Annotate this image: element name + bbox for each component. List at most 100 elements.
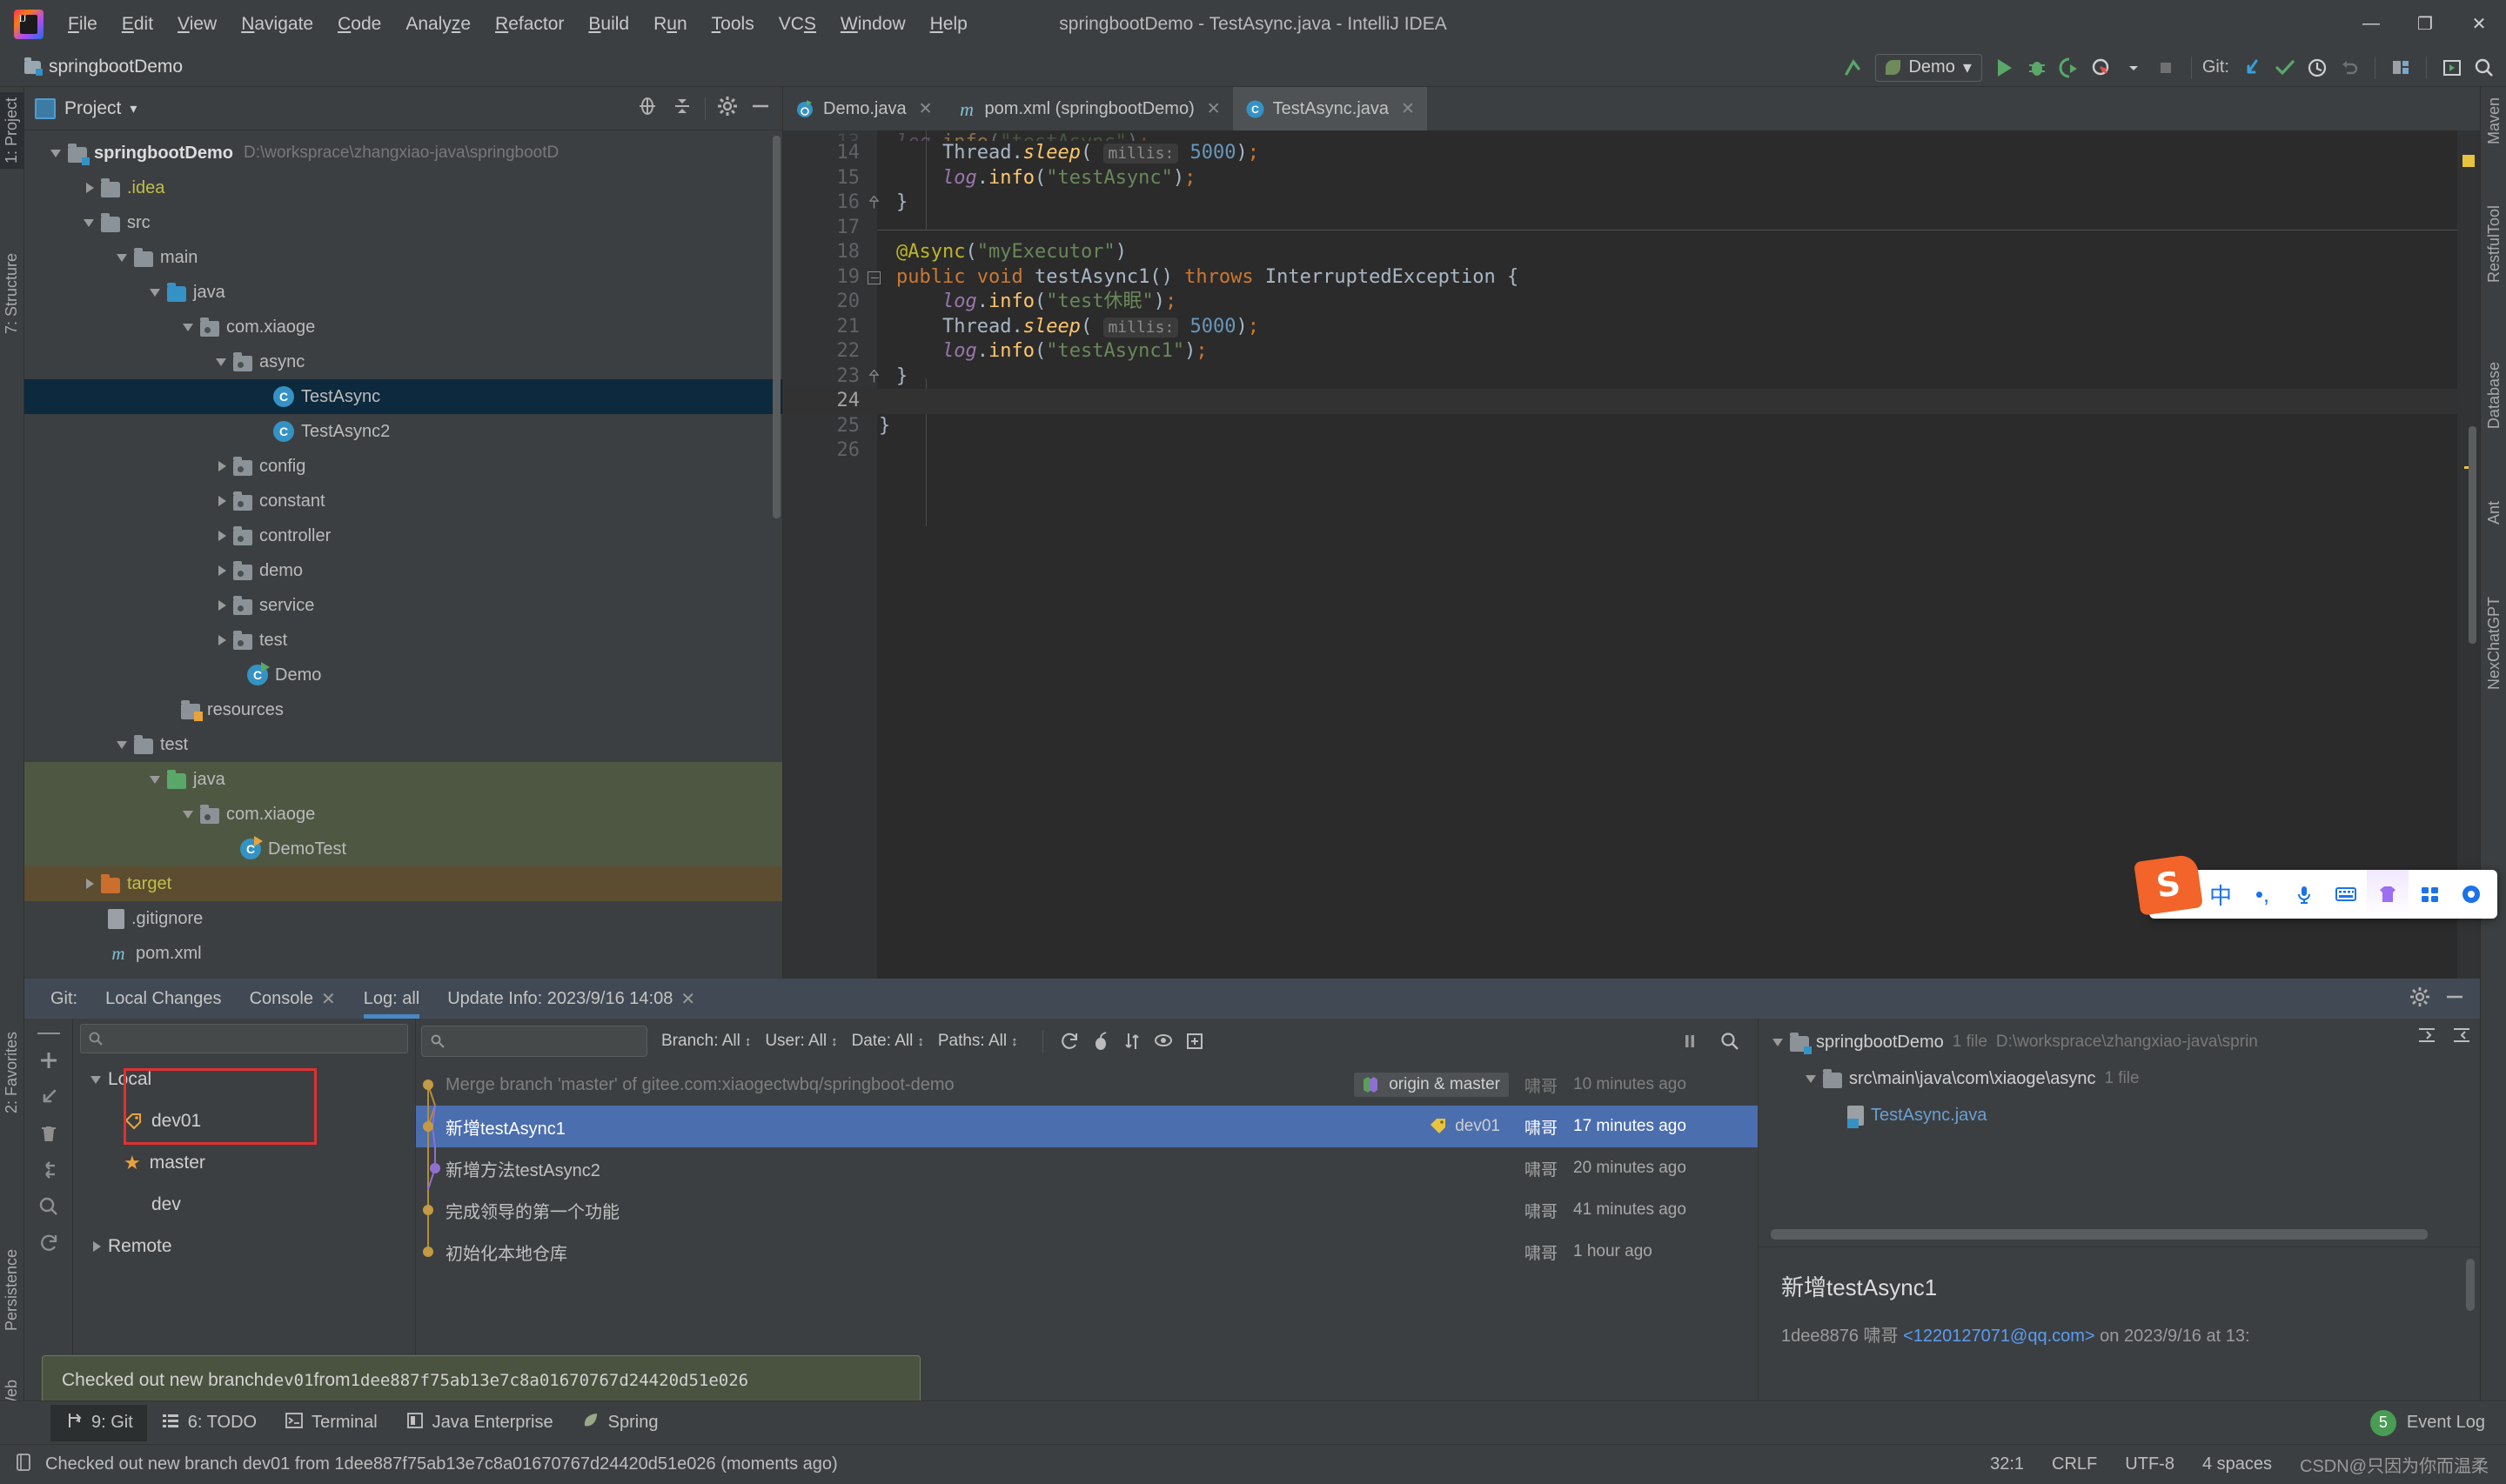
code-editor[interactable]: 13 log.info("testAsync"); 14 Thread.slee… — [783, 130, 2480, 979]
branch-node-remote[interactable]: Remote — [73, 1226, 415, 1267]
chevron-right-icon[interactable] — [214, 563, 230, 578]
refresh-icon[interactable] — [33, 1227, 64, 1259]
stop-icon[interactable] — [2151, 53, 2181, 83]
branch-node-dev[interactable]: dev — [73, 1184, 415, 1226]
tree-node-constant[interactable]: constant — [24, 484, 782, 518]
close-icon[interactable]: ✕ — [919, 99, 933, 119]
chevron-down-icon[interactable] — [115, 250, 131, 265]
skin-icon[interactable] — [2367, 870, 2409, 919]
editor-tab-demo-java[interactable]: Demo.java ✕ — [783, 87, 945, 130]
history-icon[interactable] — [2302, 53, 2332, 83]
filter-paths[interactable]: Paths: All ↕ — [938, 1032, 1018, 1051]
tree-node-testasync[interactable]: C TestAsync — [24, 379, 782, 414]
changed-files-hscrollbar[interactable] — [1771, 1229, 2428, 1240]
bottom-item-git[interactable]: 9: Git — [50, 1404, 147, 1441]
commit-ref-badge[interactable]: origin & master — [1354, 1073, 1509, 1097]
commit-icon[interactable] — [2270, 53, 2300, 83]
commit-row[interactable]: Merge branch 'master' of gitee.com:xiaog… — [416, 1064, 1758, 1106]
apps-icon[interactable] — [2409, 870, 2450, 919]
commit-author-email[interactable]: <1220127071@qq.com> — [1903, 1327, 2094, 1346]
chevron-right-icon[interactable] — [214, 528, 230, 544]
show-details-icon[interactable] — [1148, 1026, 1179, 1057]
chevron-down-icon[interactable] — [181, 806, 197, 822]
chevron-right-icon[interactable] — [214, 458, 230, 474]
chevron-down-icon[interactable] — [148, 284, 164, 300]
sidebar-item-favorites[interactable]: 2: Favorites — [0, 1026, 24, 1119]
sidebar-item-nexchatgpt[interactable]: NexChatGPT — [2482, 592, 2506, 695]
close-icon[interactable]: ✕ — [1207, 99, 1221, 119]
editor-tab-testasync-java[interactable]: C TestAsync.java ✕ — [1232, 87, 1427, 130]
menu-item-window[interactable]: Window — [828, 11, 918, 37]
tree-node-java-main[interactable]: java — [24, 275, 782, 310]
checkout-icon[interactable] — [33, 1081, 64, 1113]
changed-file-node-dir[interactable]: src\main\java\com\xiaoge\async 1 file — [1759, 1060, 2480, 1097]
branch-node-master[interactable]: ★ master — [73, 1142, 415, 1184]
refresh-icon[interactable] — [1054, 1026, 1085, 1057]
search-everywhere-icon[interactable] — [2469, 53, 2499, 83]
bottom-item-spring[interactable]: Spring — [567, 1405, 673, 1441]
delete-icon[interactable] — [33, 1118, 64, 1149]
tree-node-service[interactable]: service — [24, 588, 782, 623]
rollback-icon[interactable] — [2335, 53, 2364, 83]
filter-user[interactable]: User: All ↕ — [765, 1032, 837, 1051]
project-scrollbar[interactable] — [773, 136, 781, 518]
indent-setting[interactable]: 4 spaces — [2202, 1454, 2272, 1474]
tree-node-testasync2[interactable]: C TestAsync2 — [24, 414, 782, 449]
chevron-down-icon[interactable] — [115, 737, 131, 752]
sidebar-item-maven[interactable]: Maven — [2482, 92, 2506, 150]
commit-row[interactable]: 新增方法testAsync2 啸哥 20 minutes ago — [416, 1147, 1758, 1189]
project-structure-icon[interactable] — [2386, 53, 2416, 83]
tree-node-demo-class[interactable]: C Demo — [24, 658, 782, 692]
git-tab-bar[interactable]: Git: Local Changes Console ✕ Log: all Upd… — [24, 979, 2480, 1019]
debug-icon[interactable] — [2022, 53, 2052, 83]
changed-file-node-module[interactable]: springbootDemo 1 file D:\worksprace\zhan… — [1759, 1024, 2480, 1060]
breadcrumb[interactable]: springbootDemo — [24, 57, 183, 77]
tree-node-config[interactable]: config — [24, 449, 782, 484]
chevron-right-icon[interactable] — [214, 493, 230, 509]
bottom-item-todo[interactable]: 6: TODO — [147, 1405, 271, 1441]
chevron-down-icon[interactable] — [1804, 1071, 1819, 1086]
commit-row[interactable]: 新增testAsync1 dev01 啸哥 17 minutes ago — [416, 1106, 1758, 1147]
up-arrow-icon[interactable] — [1838, 53, 1867, 83]
tree-node-resources[interactable]: resources — [24, 692, 782, 727]
settings-icon[interactable] — [2450, 870, 2492, 919]
project-tree[interactable]: springbootDemo D:\worksprace\zhangxiao-j… — [24, 130, 782, 971]
run-configuration-selector[interactable]: Demo ▾ — [1875, 53, 1982, 82]
menu-item-file[interactable]: File — [56, 11, 110, 37]
gear-icon[interactable] — [2409, 986, 2431, 1013]
gear-icon[interactable] — [716, 95, 739, 122]
tree-node-demo-pkg[interactable]: demo — [24, 553, 782, 588]
menu-item-refactor[interactable]: Refactor — [483, 11, 576, 37]
menu-item-help[interactable]: Help — [918, 11, 980, 37]
bottom-item-java-enterprise[interactable]: Java Enterprise — [392, 1405, 567, 1441]
bottom-tool-bar[interactable]: 9: Git 6: TODO Terminal Java Enterprise … — [0, 1400, 2506, 1444]
maximize-button[interactable]: ❐ — [2398, 0, 2452, 48]
sidebar-item-project[interactable]: 1: Project — [0, 92, 24, 170]
code-lines[interactable]: 13 log.info("testAsync"); 14 Thread.slee… — [783, 130, 2480, 979]
tree-node-java-test[interactable]: java — [24, 762, 782, 797]
event-log-area[interactable]: 5 Event Log — [2369, 1409, 2506, 1436]
commit-details-scrollbar[interactable] — [2466, 1259, 2475, 1311]
branch-search-input[interactable] — [80, 1024, 408, 1053]
sidebar-item-persistence[interactable]: Persistence — [0, 1244, 24, 1336]
minimize-button[interactable]: — — [2344, 0, 2398, 48]
locate-icon[interactable] — [635, 94, 660, 123]
chevron-down-icon[interactable] — [214, 354, 230, 370]
filter-branch[interactable]: Branch: All ↕ — [661, 1032, 751, 1051]
mic-icon[interactable] — [2283, 870, 2325, 919]
sidebar-item-restfultool[interactable]: RestfulTool — [2482, 200, 2506, 288]
chevron-down-icon[interactable] — [89, 1072, 104, 1087]
commit-row[interactable]: 完成领导的第一个功能 啸哥 41 minutes ago — [416, 1189, 1758, 1231]
sidebar-item-structure[interactable]: 7: Structure — [0, 248, 24, 339]
tree-node-com-xiaoge[interactable]: com.xiaoge — [24, 310, 782, 344]
fold-bracket-icon[interactable] — [867, 364, 882, 390]
menu-item-tools[interactable]: Tools — [700, 11, 767, 37]
preview-icon[interactable] — [2437, 53, 2467, 83]
tree-node-test-folder[interactable]: test — [24, 727, 782, 762]
search-icon[interactable] — [1714, 1026, 1745, 1057]
tree-node-main[interactable]: main — [24, 240, 782, 275]
menu-item-vcs[interactable]: VCS — [767, 11, 828, 37]
sort-icon[interactable] — [1116, 1026, 1148, 1057]
editor-scrollbar[interactable] — [2469, 426, 2476, 644]
tree-node-com-xiaoge-test[interactable]: com.xiaoge — [24, 797, 782, 832]
